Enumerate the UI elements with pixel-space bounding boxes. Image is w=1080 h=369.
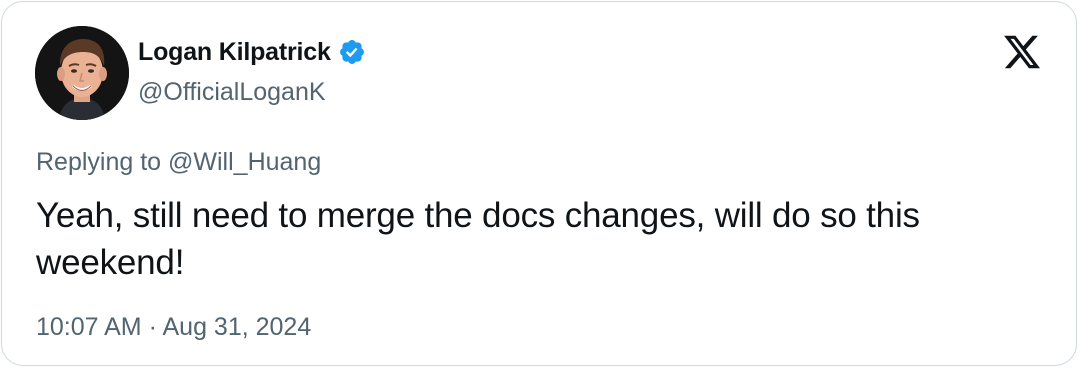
tweet-time: 10:07 AM (36, 313, 142, 341)
avatar[interactable] (35, 26, 129, 120)
author-name-row: Logan Kilpatrick (138, 34, 366, 70)
tweet-text: Yeah, still need to merge the docs chang… (36, 196, 920, 282)
reply-mention-link[interactable]: @Will_Huang (168, 148, 321, 176)
replying-to-line: Replying to @Will_Huang (36, 148, 321, 177)
replying-to-label: Replying to (36, 148, 169, 176)
x-logo-icon[interactable] (1001, 32, 1043, 72)
avatar-image (35, 26, 129, 120)
timestamp-separator: · (141, 313, 163, 341)
author-display-name[interactable]: Logan Kilpatrick (138, 38, 331, 67)
tweet-timestamp[interactable]: 10:07 AM · Aug 31, 2024 (36, 313, 311, 342)
tweet-card: Logan Kilpatrick @OfficialLoganK Replyin… (1, 1, 1077, 366)
author-handle[interactable]: @OfficialLoganK (138, 78, 326, 107)
tweet-date: Aug 31, 2024 (162, 313, 312, 341)
verified-badge-icon (338, 38, 366, 66)
